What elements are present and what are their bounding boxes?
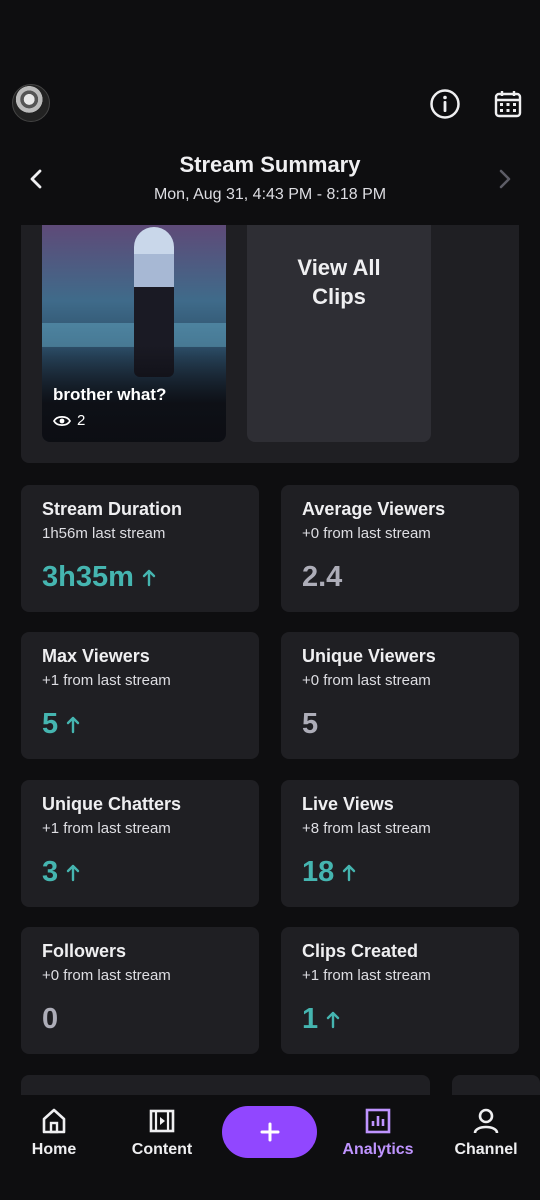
stat-label: Clips Created xyxy=(302,941,419,961)
nav-home-label: Home xyxy=(31,1141,77,1158)
stat-value-text: 3 xyxy=(42,856,59,888)
eye-icon xyxy=(53,415,71,426)
arrow-up-icon xyxy=(66,864,80,881)
clips-panel: brother what? 2 View All Clips xyxy=(21,225,519,463)
stat-card-stream-duration[interactable]: Stream Duration 1h56m last stream 3h35m xyxy=(21,485,259,612)
stat-value-text: 5 xyxy=(302,708,319,740)
arrow-up-icon xyxy=(66,716,80,733)
stat-card-unique-viewers[interactable]: Unique Viewers +0 from last stream 5 xyxy=(281,632,519,759)
summary-header: Stream Summary Mon, Aug 31, 4:43 PM - 8:… xyxy=(0,150,540,214)
stat-label: Unique Viewers xyxy=(302,646,436,666)
clip-view-count: 2 xyxy=(77,412,86,429)
nav-channel[interactable]: Channel xyxy=(436,1105,536,1159)
stat-value: 1 xyxy=(302,1003,340,1036)
chevron-left-icon xyxy=(30,169,42,189)
stat-comparison: +8 from last stream xyxy=(302,820,431,837)
stat-card-average-viewers[interactable]: Average Viewers +0 from last stream 2.4 xyxy=(281,485,519,612)
view-all-clips-label: View All Clips xyxy=(297,255,381,309)
stat-comparison: +0 from last stream xyxy=(302,672,431,689)
stat-comparison: 1h56m last stream xyxy=(42,525,166,542)
arrow-up-icon xyxy=(142,569,156,586)
stat-value: 5 xyxy=(42,708,80,741)
home-icon xyxy=(42,1108,66,1134)
top-bar xyxy=(0,78,540,130)
arrow-up-icon xyxy=(343,864,356,881)
stat-card-clips-created[interactable]: Clips Created +1 from last stream 1 xyxy=(281,927,519,1054)
stat-value-text: 18 xyxy=(302,856,335,888)
stat-card-unique-chatters[interactable]: Unique Chatters +1 from last stream 3 xyxy=(21,780,259,907)
avatar[interactable] xyxy=(12,84,50,122)
stat-value: 18 xyxy=(302,856,356,889)
arrow-up-icon xyxy=(326,1011,340,1028)
plus-icon xyxy=(260,1122,279,1142)
stat-value: 3h35m xyxy=(42,561,156,594)
stat-comparison: +0 from last stream xyxy=(42,967,171,984)
calendar-icon[interactable] xyxy=(488,84,528,124)
stat-label: Average Viewers xyxy=(302,499,446,519)
nav-analytics[interactable]: Analytics xyxy=(328,1105,428,1159)
film-icon xyxy=(149,1109,175,1133)
nav-channel-label: Channel xyxy=(454,1141,518,1158)
stat-value-text: 1 xyxy=(302,1003,319,1035)
stat-card-max-viewers[interactable]: Max Viewers +1 from last stream 5 xyxy=(21,632,259,759)
stat-card-live-views[interactable]: Live Views +8 from last stream 18 xyxy=(281,780,519,907)
stat-label: Stream Duration xyxy=(42,499,183,519)
next-stream-button[interactable] xyxy=(489,164,519,194)
clip-card[interactable]: brother what? 2 xyxy=(42,225,226,442)
clip-title: brother what? xyxy=(53,385,167,404)
stat-label: Live Views xyxy=(302,794,394,814)
previous-stream-button[interactable] xyxy=(22,164,52,194)
person-icon xyxy=(473,1108,499,1134)
nav-analytics-label: Analytics xyxy=(342,1141,414,1158)
nav-content[interactable]: Content xyxy=(112,1105,212,1159)
create-button[interactable] xyxy=(222,1106,317,1158)
stat-value-text: 2.4 xyxy=(302,561,343,593)
page-title: Stream Summary xyxy=(179,152,361,177)
stat-label: Unique Chatters xyxy=(42,794,182,814)
stat-comparison: +1 from last stream xyxy=(42,820,171,837)
stat-value: 5 xyxy=(302,708,318,741)
stat-value: 3 xyxy=(42,856,80,889)
stat-value: 2.4 xyxy=(302,561,342,594)
stat-value-text: 3h35m xyxy=(42,561,134,593)
nav-home[interactable]: Home xyxy=(4,1105,104,1159)
stat-comparison: +0 from last stream xyxy=(302,525,431,542)
clip-views: 2 xyxy=(53,412,85,429)
view-all-clips-button[interactable]: View All Clips xyxy=(247,225,431,442)
chevron-right-icon xyxy=(499,169,511,189)
stat-comparison: +1 from last stream xyxy=(302,967,431,984)
stat-comparison: +1 from last stream xyxy=(42,672,171,689)
stat-label: Followers xyxy=(42,941,127,961)
nav-content-label: Content xyxy=(131,1141,193,1158)
stat-label: Max Viewers xyxy=(42,646,150,666)
stream-date-range: Mon, Aug 31, 4:43 PM - 8:18 PM xyxy=(153,186,387,203)
analytics-icon xyxy=(365,1108,391,1134)
stat-value-text: 5 xyxy=(42,708,59,740)
info-icon[interactable] xyxy=(425,84,465,124)
bottom-navigation: Home Content Analytics Channel xyxy=(0,1095,540,1200)
stat-value: 0 xyxy=(42,1003,58,1036)
stat-card-followers[interactable]: Followers +0 from last stream 0 xyxy=(21,927,259,1054)
stat-value-text: 0 xyxy=(42,1003,59,1035)
